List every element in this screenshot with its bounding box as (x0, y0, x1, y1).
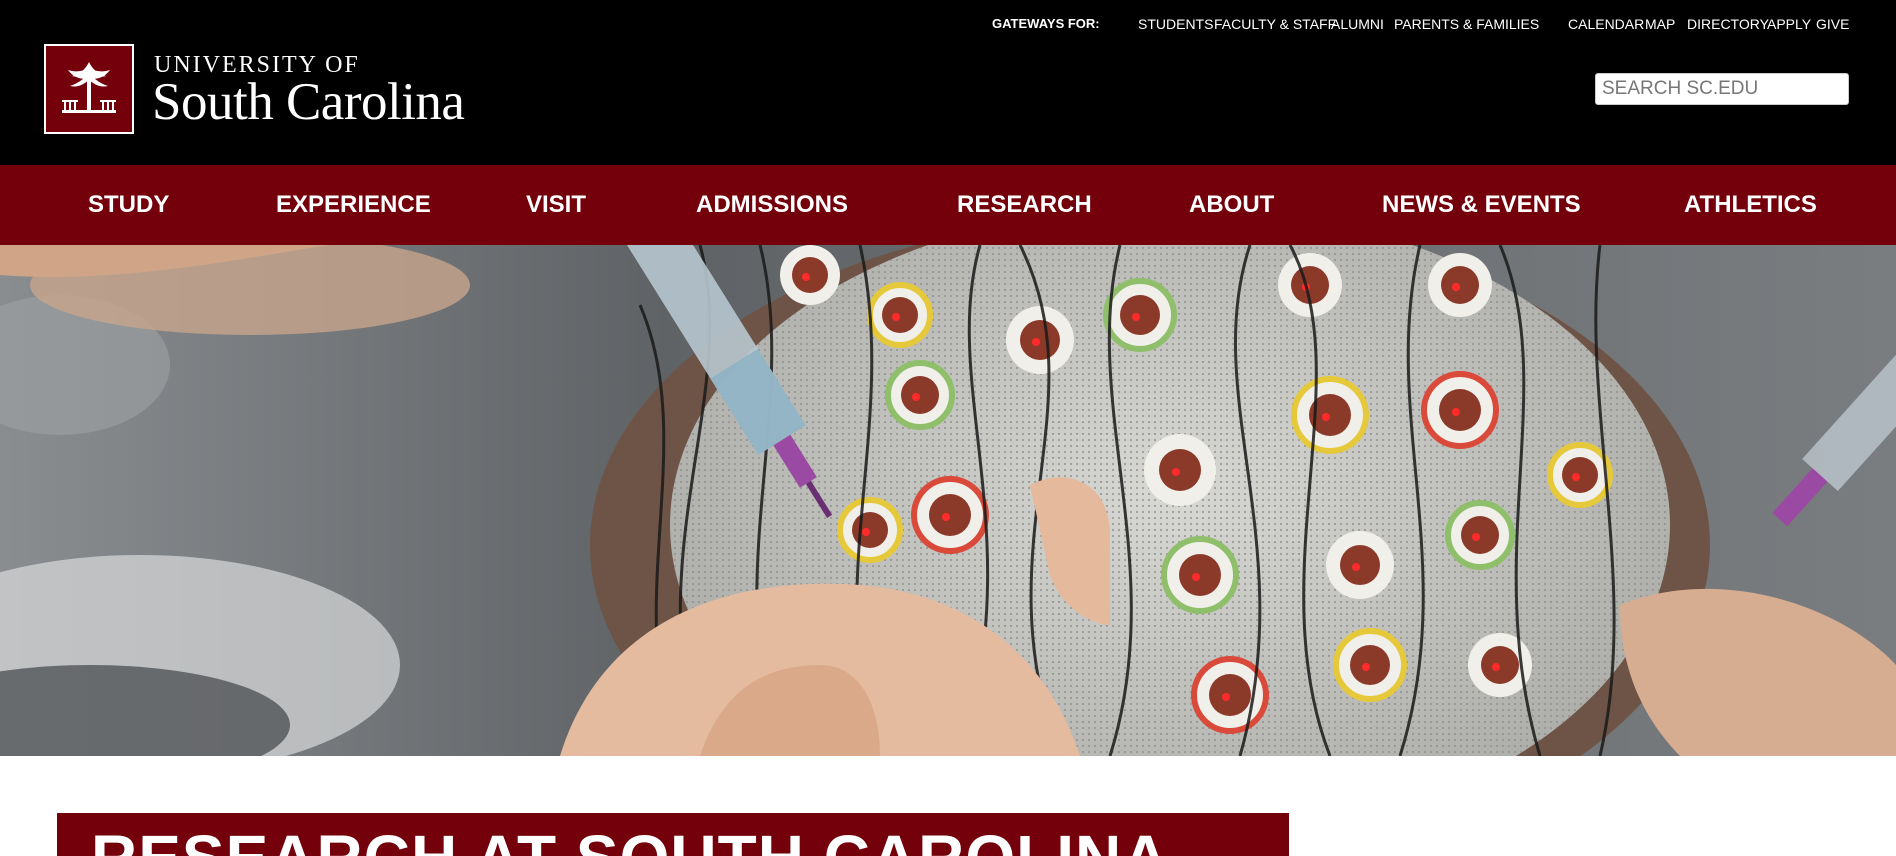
gateway-link-faculty-staff[interactable]: FACULTY & STAFF (1214, 16, 1336, 32)
palmetto-tree-icon (62, 62, 116, 113)
main-navigation: STUDY EXPERIENCE VISIT ADMISSIONS RESEAR… (0, 165, 1896, 245)
gateway-link-parents-families[interactable]: PARENTS & FAMILIES (1394, 16, 1539, 32)
hero-image (0, 245, 1896, 756)
nav-item-athletics[interactable]: ATHLETICS (1684, 191, 1817, 219)
utility-link-directory[interactable]: DIRECTORY (1687, 16, 1769, 32)
page-title: RESEARCH AT SOUTH CAROLINA (91, 823, 1169, 856)
gateway-link-alumni[interactable]: ALUMNI (1331, 16, 1384, 32)
university-logo-link[interactable] (44, 44, 134, 134)
nav-item-research[interactable]: RESEARCH (957, 191, 1092, 219)
utility-navigation: GATEWAYS FOR: STUDENTS FACULTY & STAFF A… (0, 14, 1896, 34)
nav-item-admissions[interactable]: ADMISSIONS (696, 191, 848, 219)
nav-item-experience[interactable]: EXPERIENCE (276, 191, 431, 219)
nav-item-about[interactable]: ABOUT (1189, 191, 1274, 219)
page-title-banner: RESEARCH AT SOUTH CAROLINA (57, 813, 1289, 856)
gateways-label: GATEWAYS FOR: (992, 16, 1100, 31)
eeg-cap-photo (0, 245, 1896, 756)
utility-link-apply[interactable]: APPLY (1767, 16, 1811, 32)
utility-link-calendar[interactable]: CALENDAR (1568, 16, 1644, 32)
utility-link-map[interactable]: MAP (1645, 16, 1675, 32)
site-header: UNIVERSITY OF South Carolina GATEWAYS FO… (0, 0, 1896, 165)
utility-link-give[interactable]: GIVE (1816, 16, 1849, 32)
wordmark-south-carolina: South Carolina (152, 73, 465, 131)
search-input[interactable] (1595, 73, 1849, 105)
nav-item-study[interactable]: STUDY (88, 191, 169, 219)
gateway-link-students[interactable]: STUDENTS (1138, 16, 1213, 32)
nav-item-visit[interactable]: VISIT (526, 191, 586, 219)
nav-item-news-events[interactable]: NEWS & EVENTS (1382, 191, 1581, 219)
